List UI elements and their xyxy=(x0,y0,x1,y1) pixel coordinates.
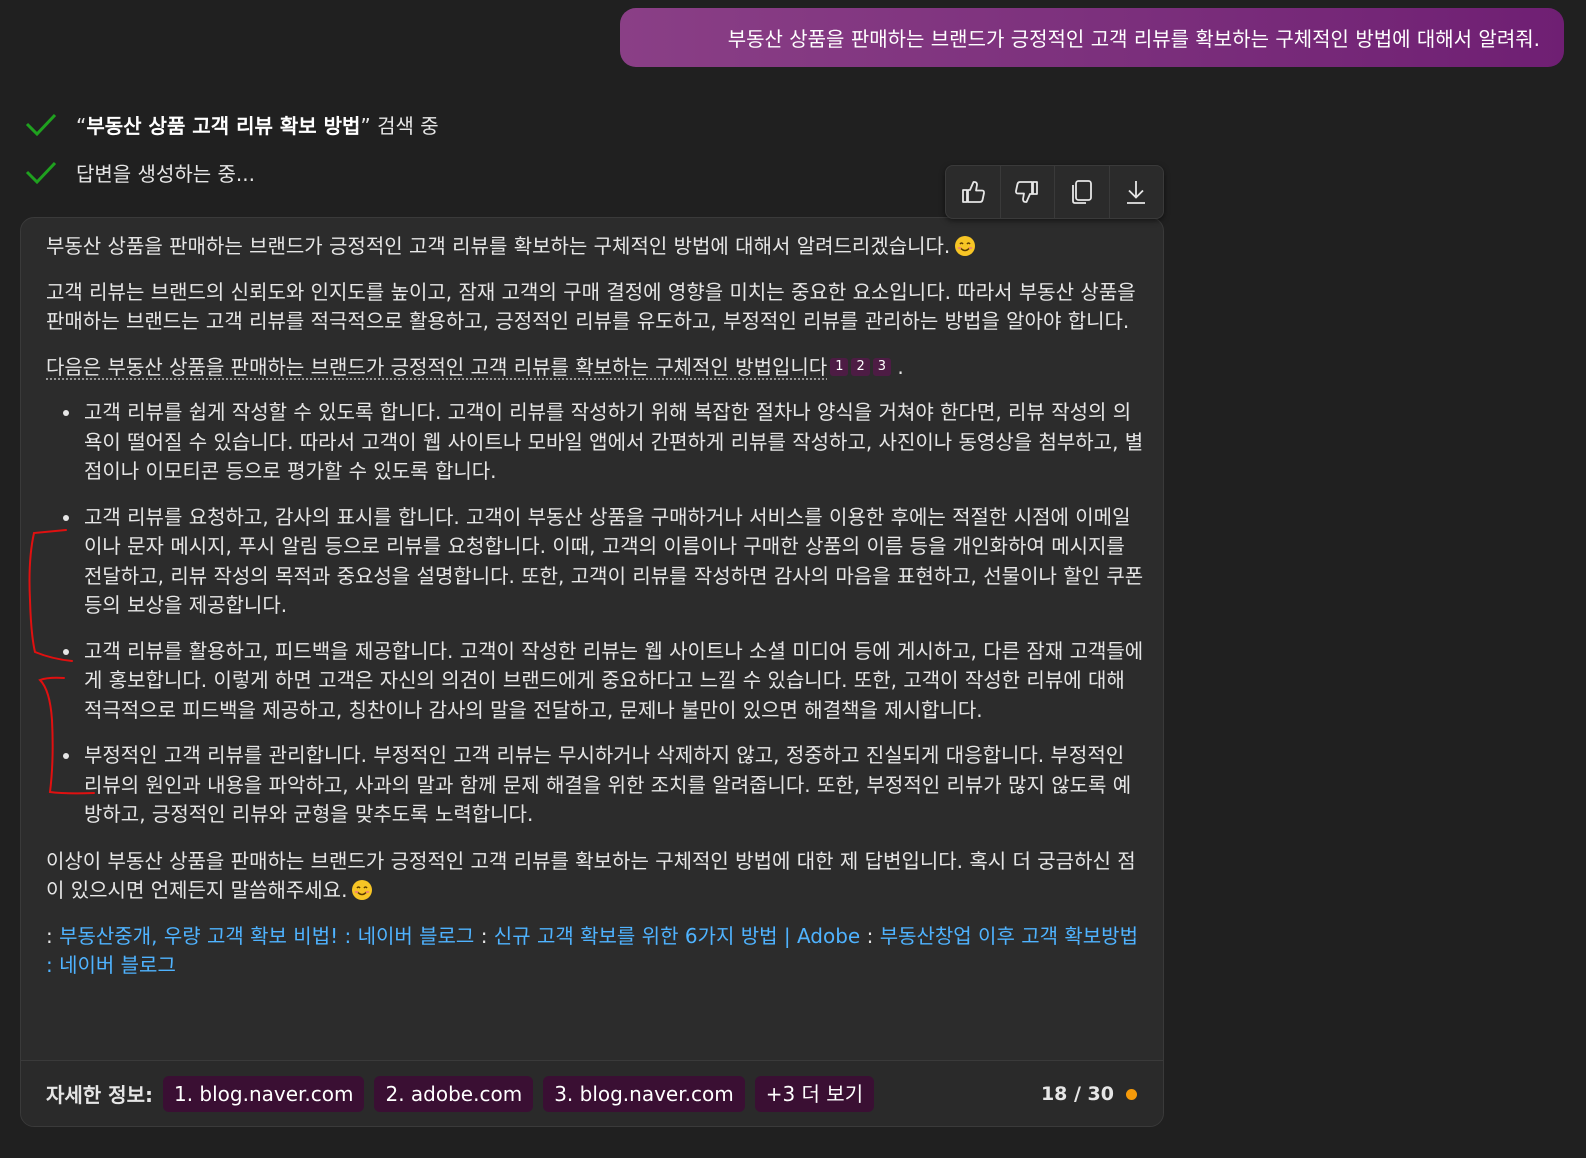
more-sources-button[interactable]: +3 더 보기 xyxy=(754,1075,875,1112)
response-closing: 이상이 부동산 상품을 판매하는 브랜드가 긍정적인 고객 리뷰를 확보하는 구… xyxy=(46,848,1136,903)
export-button[interactable] xyxy=(1110,166,1164,218)
smiley-emoji-icon xyxy=(955,236,976,256)
search-query: 부동산 상품 고객 리뷰 확보 방법 xyxy=(86,113,361,138)
sources-footer: 자세한 정보: 1. blog.naver.com 2. adobe.com 3… xyxy=(21,1060,1163,1126)
status-searching: “부동산 상품 고객 리뷰 확보 방법” 검색 중 xyxy=(24,107,439,141)
status-generating: 답변을 생성하는 중... xyxy=(24,155,255,189)
list-item: 고객 리뷰를 요청하고, 감사의 표시를 합니다. 고객이 부동산 상품을 구매… xyxy=(82,503,1144,621)
generating-status-text: 답변을 생성하는 중... xyxy=(76,161,255,186)
citation-3[interactable]: 3 xyxy=(872,357,892,376)
user-message-bubble: 부동산 상품을 판매하는 브랜드가 긍정적인 고객 리뷰를 확보하는 구체적인 … xyxy=(620,8,1564,67)
dislike-button[interactable] xyxy=(1001,166,1055,218)
search-status-text: “부동산 상품 고객 리뷰 확보 방법” 검색 중 xyxy=(76,113,439,138)
reference-link-1[interactable]: 부동산중개, 우량 고객 확보 비법! : 네이버 블로그 xyxy=(59,924,474,948)
download-icon xyxy=(1127,181,1146,204)
citation-1[interactable]: 1 xyxy=(830,357,849,376)
list-item: 고객 리뷰를 쉽게 작성할 수 있도록 합니다. 고객이 리뷰를 작성하기 위해… xyxy=(82,398,1144,487)
source-chip-2[interactable]: 2. adobe.com xyxy=(374,1075,534,1112)
like-button[interactable] xyxy=(946,166,1001,218)
smiley-emoji-icon xyxy=(352,880,373,900)
list-item: 부정적인 고객 리뷰를 관리합니다. 부정적인 고객 리뷰는 무시하거나 삭제하… xyxy=(82,741,1144,830)
response-content: 부동산 상품을 판매하는 브랜드가 긍정적인 고객 리뷰를 확보하는 구체적인 … xyxy=(46,232,1144,997)
response-intro: 부동산 상품을 판매하는 브랜드가 긍정적인 고객 리뷰를 확보하는 구체적인 … xyxy=(46,232,1144,262)
response-card: 부동산 상품을 판매하는 브랜드가 긍정적인 고객 리뷰를 확보하는 구체적인 … xyxy=(20,217,1164,1127)
reference-links: : 부동산중개, 우량 고객 확보 비법! : 네이버 블로그 : 신규 고객 … xyxy=(46,923,1138,978)
citation-2[interactable]: 2 xyxy=(851,357,870,376)
copy-icon xyxy=(1071,180,1092,204)
response-paragraph-1: 고객 리뷰는 브랜드의 신뢰도와 인지도를 높이고, 잠재 고객의 구매 결정에… xyxy=(46,279,1136,334)
response-paragraph-2: 다음은 부동산 상품을 판매하는 브랜드가 긍정적인 고객 리뷰를 확보하는 구… xyxy=(46,354,904,379)
check-icon xyxy=(25,161,57,185)
turn-counter: 18 / 30 xyxy=(1041,1061,1137,1126)
status-dot xyxy=(1126,1088,1137,1100)
user-message-text: 부동산 상품을 판매하는 브랜드가 긍정적인 고객 리뷰를 확보하는 구체적인 … xyxy=(727,27,1540,51)
copy-button[interactable] xyxy=(1055,166,1110,218)
response-toolbar xyxy=(945,165,1164,219)
sources-label: 자세한 정보: xyxy=(46,1083,153,1107)
check-icon xyxy=(25,113,57,137)
reference-link-2[interactable]: 신규 고객 확보를 위한 6가지 방법 | Adobe xyxy=(494,924,860,948)
list-item: 고객 리뷰를 활용하고, 피드백을 제공합니다. 고객이 작성한 리뷰는 웹 사… xyxy=(82,637,1144,726)
source-chip-3[interactable]: 3. blog.naver.com xyxy=(543,1075,745,1112)
method-list: 고객 리뷰를 쉽게 작성할 수 있도록 합니다. 고객이 리뷰를 작성하기 위해… xyxy=(46,398,1144,830)
source-chip-1[interactable]: 1. blog.naver.com xyxy=(162,1075,365,1112)
thumbs-down-icon xyxy=(1015,181,1039,203)
thumbs-up-icon xyxy=(961,181,985,203)
